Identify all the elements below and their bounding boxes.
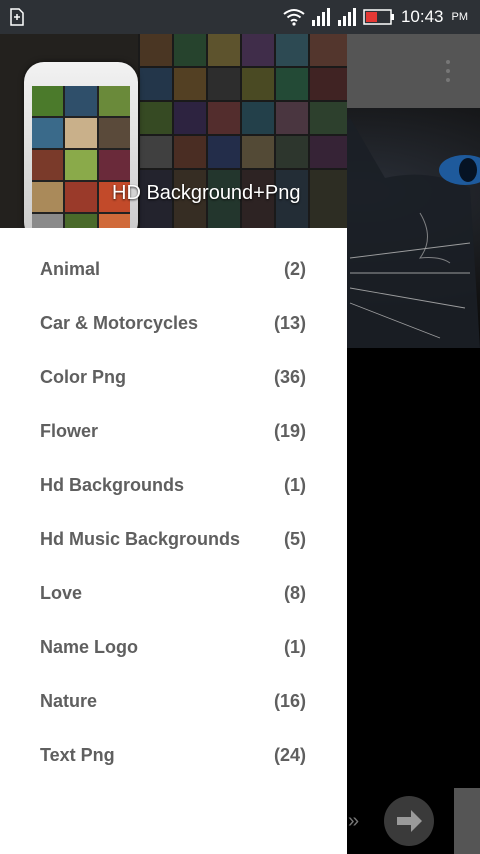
signal-icon	[337, 8, 356, 26]
sim-card-icon	[10, 8, 24, 26]
category-item-car-motorcycles[interactable]: Car & Motorcycles (13)	[0, 296, 347, 350]
next-button[interactable]	[384, 796, 434, 846]
navigation-drawer: HD Background+Png Animal (2) Car & Motorc…	[0, 34, 347, 854]
battery-icon	[363, 9, 394, 25]
category-item-love[interactable]: Love (8)	[0, 566, 347, 620]
category-label: Flower	[40, 420, 99, 441]
category-item-flower[interactable]: Flower (19)	[0, 404, 347, 458]
category-item-nature[interactable]: Nature (16)	[0, 674, 347, 728]
category-list: Animal (2) Car & Motorcycles (13) Color Pn…	[0, 228, 347, 782]
drawer-header: HD Background+Png	[0, 34, 347, 228]
side-panel-edge	[454, 788, 480, 854]
wifi-icon	[283, 9, 305, 26]
category-item-hd-backgrounds[interactable]: Hd Backgrounds (1)	[0, 458, 347, 512]
category-count: (13)	[273, 312, 306, 333]
status-bar: 10:43 PM	[0, 0, 480, 34]
category-count: (36)	[273, 366, 306, 387]
category-label: Animal	[40, 258, 101, 279]
clock-time: 10:43	[400, 7, 444, 26]
category-label: Hd Music Backgrounds	[40, 528, 241, 549]
category-count: (5)	[284, 528, 306, 549]
category-item-animal[interactable]: Animal (2)	[0, 242, 347, 296]
category-label: Name Logo	[40, 636, 139, 657]
drawer-title: HD Background+Png	[112, 182, 301, 204]
category-label: Color Png	[40, 366, 126, 387]
overflow-menu-icon[interactable]	[440, 58, 456, 84]
category-item-name-logo[interactable]: Name Logo (1)	[0, 620, 347, 674]
category-label: Nature	[40, 690, 98, 711]
category-count: (2)	[284, 258, 306, 279]
clock-ampm: PM	[451, 11, 469, 23]
category-count: (8)	[284, 582, 306, 603]
category-item-color-png[interactable]: Color Png (36)	[0, 350, 347, 404]
category-label: Car & Motorcycles	[40, 312, 199, 333]
category-item-text-png[interactable]: Text Png (24)	[0, 728, 347, 782]
category-count: (1)	[284, 474, 306, 495]
signal-icon	[311, 8, 330, 26]
category-label: Love	[40, 582, 83, 603]
chevron-double-right-icon: »	[348, 810, 360, 832]
category-count: (16)	[273, 690, 306, 711]
category-label: Text Png	[40, 744, 115, 765]
category-count: (19)	[273, 420, 306, 441]
category-count: (1)	[284, 636, 306, 657]
category-item-hd-music-backgrounds[interactable]: Hd Music Backgrounds (5)	[0, 512, 347, 566]
category-count: (24)	[273, 744, 306, 765]
category-label: Hd Backgrounds	[40, 474, 185, 495]
arrow-right-icon	[397, 810, 422, 832]
